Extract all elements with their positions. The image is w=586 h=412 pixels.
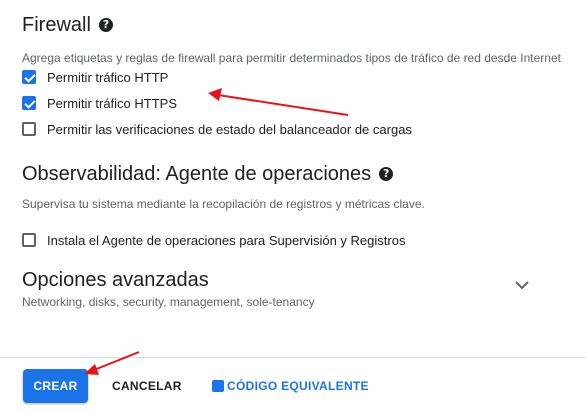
annotation-arrow-create bbox=[84, 351, 140, 375]
